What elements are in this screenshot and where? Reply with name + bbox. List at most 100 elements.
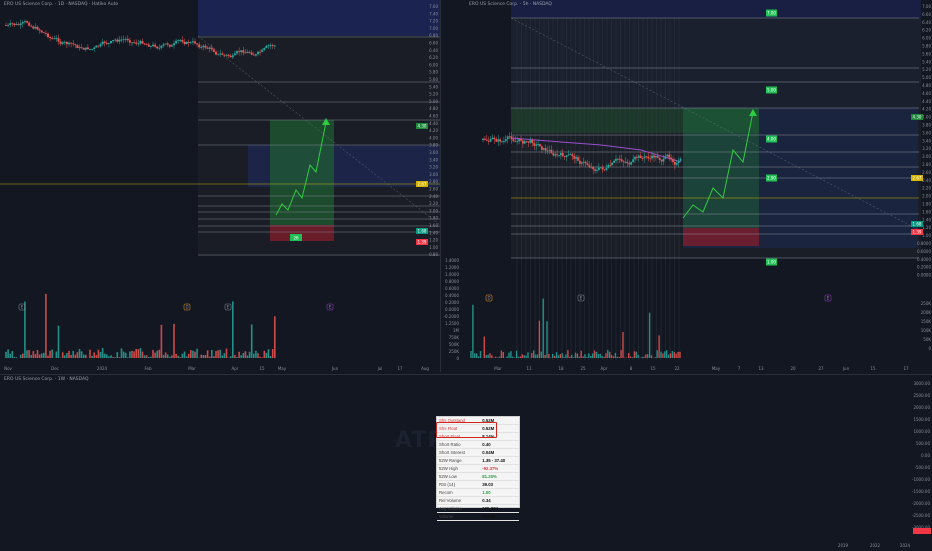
volume-bar [588, 353, 589, 358]
price-tick: 4.20 [429, 128, 438, 133]
candle [571, 154, 573, 156]
candle [619, 159, 621, 160]
candle [190, 42, 192, 43]
volume-bar [592, 353, 593, 358]
volume-bar [516, 351, 517, 358]
left-scale-tick: -0.2000 [444, 314, 460, 319]
volume-bar [582, 356, 583, 358]
stat-value: 105.31K [480, 505, 519, 513]
candle [137, 43, 139, 44]
candle [16, 24, 18, 25]
candle [623, 161, 625, 162]
indicator-tick: 1000.00 [913, 429, 930, 434]
date-label: May [712, 366, 721, 371]
candle [186, 42, 188, 44]
price-tick: 2.60 [922, 170, 931, 175]
volume-bar [491, 355, 492, 358]
candle [590, 167, 592, 168]
candle [175, 41, 177, 43]
volume-bar [647, 354, 648, 358]
candle [139, 41, 141, 43]
volume-bar [165, 352, 167, 358]
candle [604, 169, 606, 170]
candle [617, 159, 619, 160]
volume-bar [205, 355, 207, 358]
candle [632, 159, 634, 162]
candle [581, 162, 583, 163]
volume-bar [33, 351, 35, 358]
stats-row: 52W Range1.35 - 37.40 [437, 457, 519, 465]
volume-bar [611, 355, 612, 358]
left-chart-pane[interactable]: 7.607.407.207.006.806.606.406.206.005.80… [0, 0, 440, 372]
price-tick: 3.40 [922, 138, 931, 143]
candle [680, 159, 682, 161]
candle [24, 21, 26, 22]
candle [9, 23, 11, 25]
volume-bar [674, 352, 675, 358]
volume-bar [112, 357, 114, 358]
volume-bar [598, 354, 599, 358]
bottom-chart-title: ERO US Science Corp. · 1W · NASDAQ [4, 377, 89, 382]
candle [666, 155, 668, 157]
candle [657, 156, 659, 158]
price-tick: 1.80 [429, 216, 438, 221]
right-chart-pane[interactable]: 1.40001.20001.00000.80000.60000.40000.20… [440, 0, 932, 372]
candle [223, 55, 225, 56]
stat-label: 52W Range [437, 457, 480, 465]
volume-bar [486, 355, 487, 358]
volume-bar [104, 354, 106, 358]
event-marker-label: D [487, 296, 490, 301]
volume-bar [512, 357, 513, 358]
date-label: Dec [51, 366, 59, 371]
candle [655, 156, 657, 157]
volume-bar [190, 350, 192, 358]
volume-bar [571, 355, 572, 358]
volume-bar [495, 357, 496, 358]
candle [114, 40, 116, 41]
volume-bar [121, 348, 123, 358]
candle [148, 44, 150, 46]
candle [499, 139, 501, 141]
volume-bar [125, 353, 127, 358]
candle [150, 46, 152, 47]
candle [649, 158, 651, 159]
candle [146, 44, 148, 45]
candle [32, 27, 34, 29]
stat-value: 0.40 [480, 441, 519, 449]
volume-tick: 200K [921, 310, 932, 315]
event-marker-label: D [185, 305, 188, 310]
volume-bar [14, 357, 16, 358]
candle [163, 44, 165, 45]
candle [659, 158, 661, 160]
indicator-tag [913, 528, 931, 534]
candle [543, 148, 545, 150]
volume-bar [617, 357, 618, 358]
candle [43, 32, 45, 33]
price-tick: 1.20 [922, 225, 931, 230]
volume-bar [30, 355, 32, 358]
candle [570, 154, 572, 155]
candle [169, 45, 171, 47]
volume-bar [525, 356, 526, 358]
price-tick: 2.40 [429, 194, 438, 199]
target-badge-label: 2.90 [767, 176, 776, 181]
left-price-chart[interactable]: 7.607.407.207.006.806.606.406.206.005.80… [0, 0, 440, 372]
volume-bar [243, 353, 245, 358]
volume-bar [100, 352, 102, 358]
candle [219, 54, 221, 55]
candle [213, 49, 215, 51]
candle [135, 43, 137, 44]
volume-bar [43, 353, 45, 358]
stat-label: Recom [437, 489, 480, 497]
chart-bg [0, 0, 198, 372]
candle [528, 141, 530, 142]
volume-bar [649, 313, 650, 358]
date-label: May [278, 366, 287, 371]
candle [625, 162, 627, 163]
left-scale-tick: 250K [449, 349, 460, 354]
price-tick: 6.40 [429, 48, 438, 53]
candle [28, 23, 30, 26]
volume-bar [51, 350, 53, 358]
right-price-chart[interactable]: 1.40001.20001.00000.80000.60000.40000.20… [441, 0, 932, 372]
volume-bar [247, 356, 249, 358]
